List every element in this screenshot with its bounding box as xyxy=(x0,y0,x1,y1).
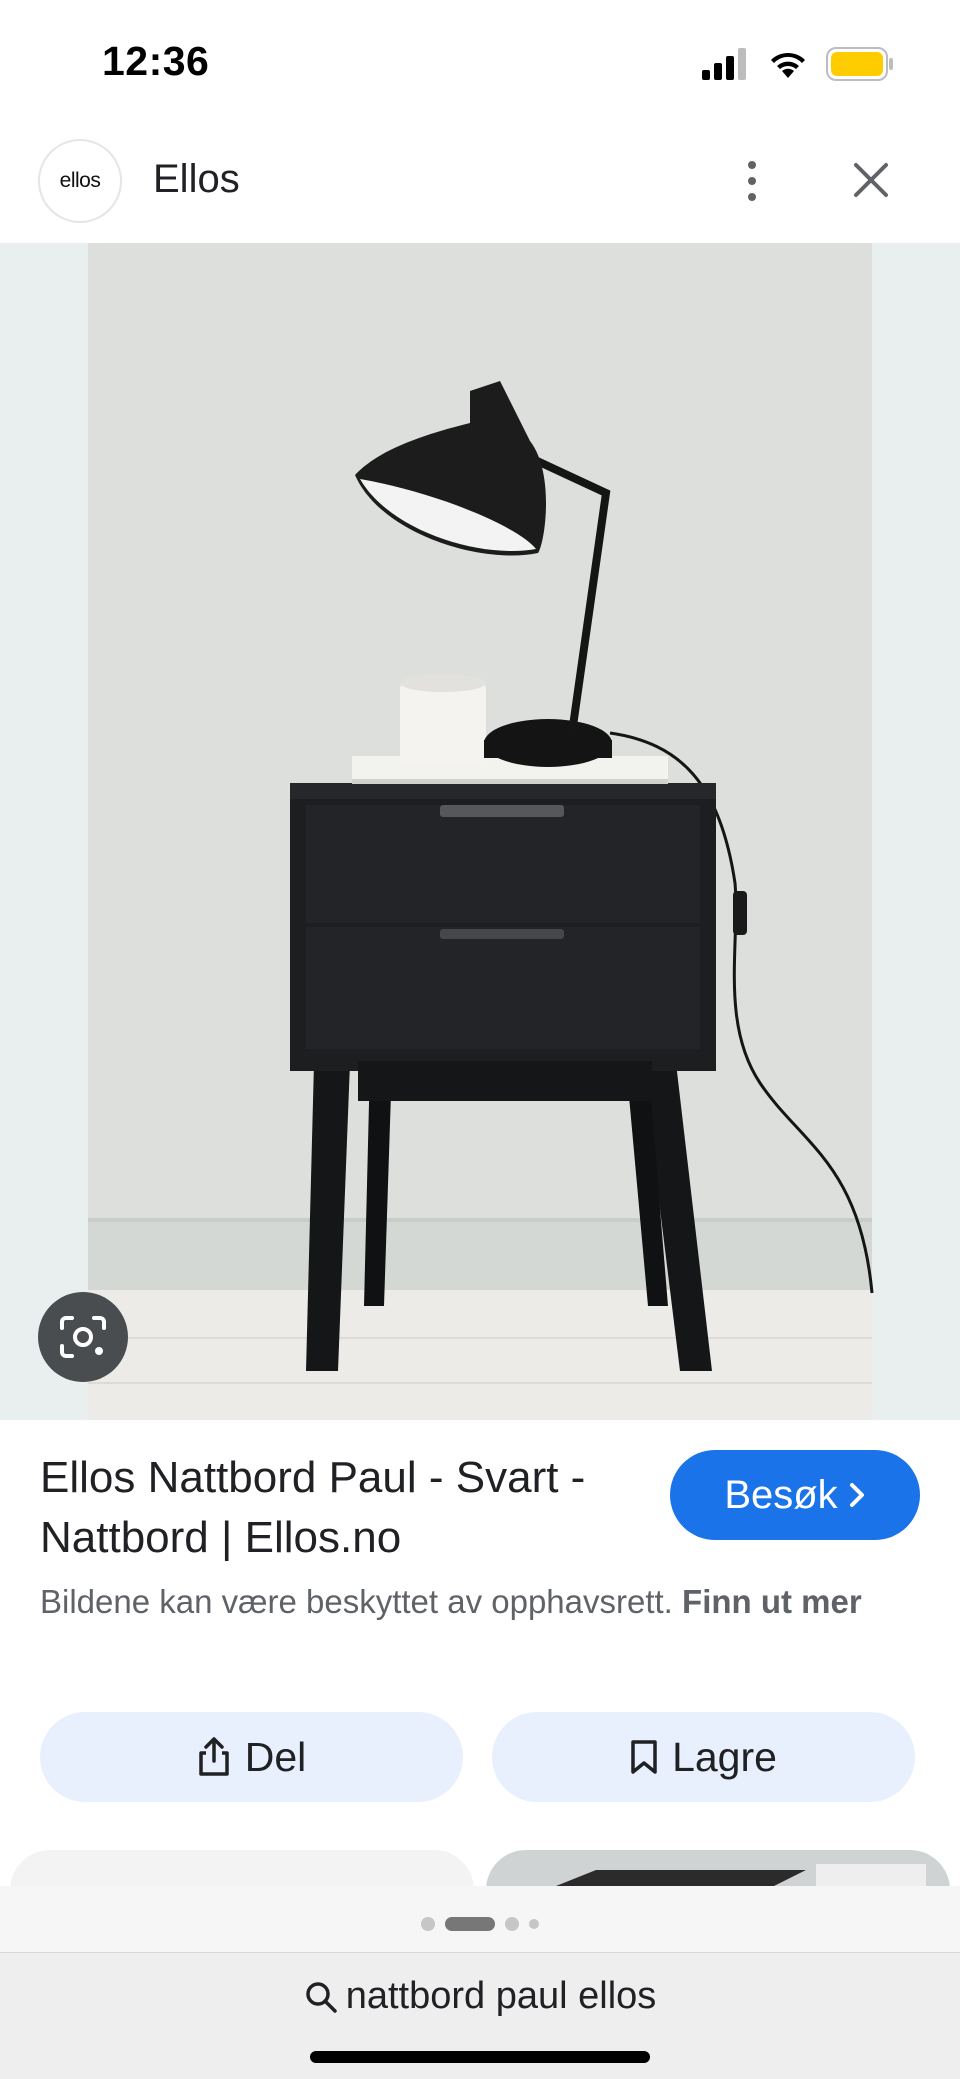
home-indicator xyxy=(310,2051,650,2063)
search-icon xyxy=(305,1981,337,2013)
cellular-signal-icon xyxy=(702,48,746,80)
wifi-icon xyxy=(771,52,805,78)
related-result-thumbnail[interactable] xyxy=(486,1850,950,1890)
result-title[interactable]: Ellos Nattbord Paul - Svart - Nattbord |… xyxy=(40,1448,640,1568)
nightstand-photo xyxy=(0,243,960,1420)
learn-more-link[interactable]: Finn ut mer xyxy=(682,1583,862,1620)
save-button[interactable]: Lagre xyxy=(492,1712,915,1802)
status-bar: 12:36 xyxy=(0,0,960,125)
share-icon xyxy=(198,1737,229,1776)
visit-button-label: Besøk xyxy=(724,1472,838,1517)
visit-button[interactable]: Besøk xyxy=(670,1450,920,1540)
close-icon[interactable] xyxy=(846,155,896,205)
source-header: ellos Ellos xyxy=(0,125,960,243)
search-query-button[interactable]: nattbord paul ellos xyxy=(0,1975,960,2018)
chevron-right-icon xyxy=(849,1483,864,1507)
site-name[interactable]: Ellos xyxy=(153,157,240,202)
more-options-button[interactable] xyxy=(730,151,774,211)
logo-text: ellos xyxy=(59,169,101,192)
carousel-pager xyxy=(0,1886,960,1962)
status-icons xyxy=(702,46,894,82)
more-vert-icon xyxy=(748,161,756,169)
pager-dot[interactable] xyxy=(421,1917,435,1931)
site-logo[interactable]: ellos xyxy=(38,139,122,223)
pager-dot-active[interactable] xyxy=(445,1917,495,1931)
share-button[interactable]: Del xyxy=(40,1712,463,1802)
search-query-text: nattbord paul ellos xyxy=(345,1975,657,2017)
google-lens-icon xyxy=(60,1316,106,1358)
product-image[interactable] xyxy=(0,243,960,1420)
bookmark-icon xyxy=(631,1740,657,1774)
related-result-thumbnail[interactable] xyxy=(10,1850,474,1890)
bottom-search-bar: nattbord paul ellos xyxy=(0,1952,960,2079)
pager-dot[interactable] xyxy=(529,1919,539,1929)
battery-icon xyxy=(826,47,893,81)
copyright-text: Bildene kan være beskyttet av opphavsret… xyxy=(40,1583,673,1620)
save-label: Lagre xyxy=(672,1733,777,1780)
google-lens-button[interactable] xyxy=(38,1292,128,1382)
copyright-notice: Bildene kan være beskyttet av opphavsret… xyxy=(40,1578,920,1626)
status-time: 12:36 xyxy=(102,38,210,84)
pager-dot[interactable] xyxy=(505,1917,519,1931)
share-label: Del xyxy=(244,1733,307,1780)
